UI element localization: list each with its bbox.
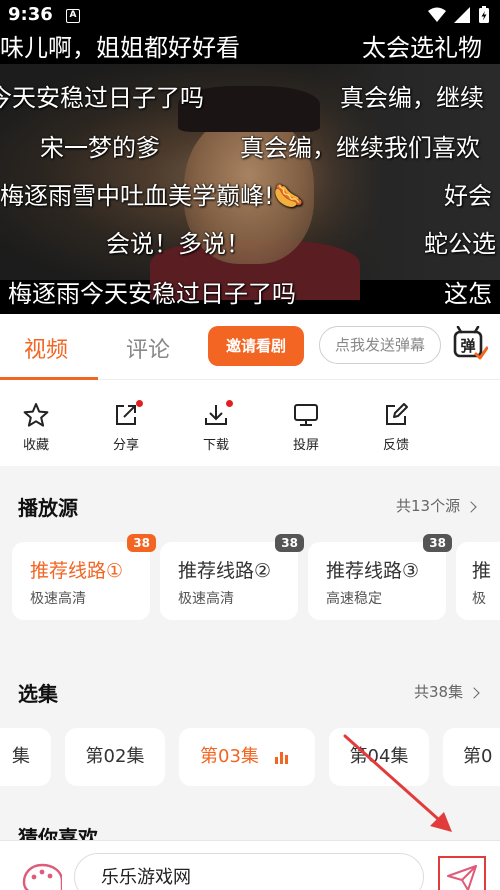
playing-icon (275, 750, 289, 764)
comment-input[interactable]: 乐乐游戏网 (74, 853, 424, 890)
danmu-toggle-button[interactable]: 弹 (452, 325, 489, 362)
danmaku-line: 会说！多说！ (106, 230, 250, 258)
feedback-icon (383, 402, 409, 428)
source-name: 推荐线路③ (326, 560, 420, 582)
cast-icon (293, 402, 319, 428)
notification-icon: A (66, 9, 80, 23)
tab-video[interactable]: 视频 (24, 332, 68, 364)
danmaku-line: 好会 (444, 182, 492, 210)
episode-item[interactable]: 第02集 (65, 728, 165, 786)
source-card[interactable]: 推荐线路② 极速高清 38 (160, 534, 304, 620)
danmaku-line: 蛇公选 (424, 230, 496, 258)
source-card[interactable]: 推荐线路③ 高速稳定 38 (308, 534, 452, 620)
invite-watch-button[interactable]: 邀请看剧 (208, 326, 304, 366)
danmaku-line: 真会编，继续 (340, 84, 484, 112)
source-card[interactable]: 推荐线路① 极速高清 38 (12, 534, 156, 620)
danmaku-line: 梅逐雨雪中吐血美学巅峰!🌭 (0, 182, 304, 210)
sources-more-link[interactable]: 共13个源 (396, 495, 477, 516)
danmaku-line: 宋一梦的爹 (40, 134, 160, 162)
action-label: 分享 (112, 438, 139, 453)
send-button[interactable] (438, 856, 486, 890)
status-time: 9:36 (8, 4, 53, 25)
star-icon (23, 402, 49, 428)
source-name: 推荐线路① (30, 560, 124, 582)
action-label: 收藏 (22, 438, 49, 453)
send-icon (447, 865, 477, 890)
danmu-toggle-icon: 弹 (453, 325, 489, 360)
palette-icon[interactable] (22, 863, 64, 890)
feedback-button[interactable]: 反馈 (361, 402, 431, 453)
danmaku-line: 太会选礼物 (362, 34, 482, 62)
new-dot (226, 400, 233, 407)
action-row: 收藏 分享 下载 投屏 反馈 (0, 380, 500, 466)
action-label: 反馈 (382, 438, 409, 453)
danmaku-line: 真会编，继续我们喜欢 (240, 134, 480, 162)
episode-item[interactable]: 集 (0, 728, 51, 786)
episodes-title: 选集 (18, 682, 58, 706)
episode-count-badge: 38 (423, 534, 452, 552)
wifi-icon (428, 7, 446, 22)
battery-icon (479, 6, 489, 23)
chevron-right-icon (465, 501, 477, 513)
sources-title: 播放源 (18, 496, 78, 520)
episode-label: 第03集 (200, 746, 259, 767)
download-button[interactable]: 下载 (181, 400, 251, 453)
video-player[interactable]: 9:36 A 味儿啊，姐姐都好好看 太会选礼物 今天安稳过日子了吗 真会编，继续… (0, 0, 500, 314)
tab-comments[interactable]: 评论 (126, 332, 170, 364)
new-dot (136, 400, 143, 407)
source-speed: 极 (472, 591, 486, 607)
episode-item[interactable]: 第04集 (329, 728, 429, 786)
chevron-right-icon (468, 687, 480, 699)
episode-count-badge: 38 (127, 534, 156, 552)
comment-bar: 乐乐游戏网 (0, 840, 500, 890)
download-icon (203, 400, 233, 428)
episodes-more-label: 共38集 (414, 683, 464, 701)
app-screen: 9:36 A 味儿啊，姐姐都好好看 太会选礼物 今天安稳过日子了吗 真会编，继续… (0, 0, 500, 890)
source-speed: 极速高清 (30, 591, 86, 607)
sources-more-label: 共13个源 (396, 497, 461, 515)
share-button[interactable]: 分享 (91, 400, 161, 453)
source-speed: 极速高清 (178, 591, 234, 607)
danmaku-line: 梅逐雨今天安稳过日子了吗 (8, 280, 296, 308)
favorite-button[interactable]: 收藏 (1, 402, 71, 453)
signal-icon (454, 7, 470, 23)
danmaku-line: 今天安稳过日子了吗 (0, 84, 204, 112)
source-name: 推荐线路② (178, 560, 272, 582)
status-bar: 9:36 A (0, 0, 500, 32)
danmu-send-input[interactable]: 点我发送弹幕 (319, 326, 441, 364)
source-name: 推 (472, 560, 492, 582)
source-speed: 高速稳定 (326, 591, 382, 607)
source-card[interactable]: 推 极 (456, 542, 500, 620)
action-label: 下载 (202, 438, 229, 453)
episode-item-selected[interactable]: 第03集 (179, 728, 315, 786)
cast-button[interactable]: 投屏 (271, 402, 341, 453)
episode-item[interactable]: 第0 (443, 728, 500, 786)
danmaku-line: 这怎 (444, 280, 492, 308)
svg-text:弹: 弹 (460, 337, 475, 355)
episodes-more-link[interactable]: 共38集 (414, 681, 480, 702)
share-icon (113, 400, 143, 428)
episode-count-badge: 38 (275, 534, 304, 552)
detail-tab-bar: 视频 评论 邀请看剧 点我发送弹幕 弹 (0, 314, 500, 380)
danmaku-line: 味儿啊，姐姐都好好看 (0, 34, 240, 62)
action-label: 投屏 (292, 438, 319, 453)
